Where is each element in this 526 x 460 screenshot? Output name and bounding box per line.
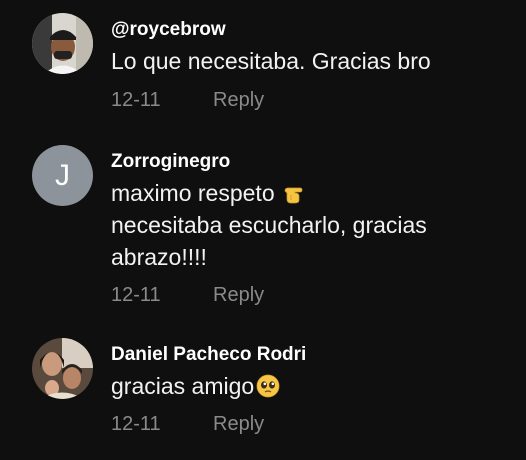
comment-text: Lo que necesitaba. Gracias bro [111, 48, 431, 74]
avatar[interactable] [32, 13, 93, 74]
avatar[interactable] [32, 338, 93, 399]
comment-username[interactable]: Daniel Pacheco Rodri [111, 344, 306, 366]
pleading-face-icon [256, 374, 280, 404]
reply-button[interactable]: Reply [213, 284, 264, 307]
comment-text-line: gracias amigo [111, 373, 280, 404]
comment-date: 12-11 [111, 89, 161, 111]
reply-button[interactable]: Reply [213, 413, 264, 436]
reply-button[interactable]: Reply [213, 89, 264, 112]
avatar-initial: J [55, 158, 70, 192]
profile-photo-icon [32, 13, 93, 74]
comment-date: 12-11 [111, 413, 161, 435]
comment-text: gracias amigo [111, 373, 255, 399]
profile-photo-icon [32, 338, 93, 399]
comment-text-line: maximo respeto [111, 180, 309, 211]
pointing-hand-icon [283, 183, 309, 211]
comment-text: necesitaba escucharlo, gracias [111, 212, 427, 238]
avatar[interactable]: J [32, 145, 93, 206]
comment-username[interactable]: Zorroginegro [111, 151, 230, 173]
comment-username[interactable]: @roycebrow [111, 19, 226, 41]
comment-date: 12-11 [111, 284, 161, 306]
comment-text: abrazo!!!! [111, 244, 207, 270]
comment-text: maximo respeto [111, 180, 275, 206]
